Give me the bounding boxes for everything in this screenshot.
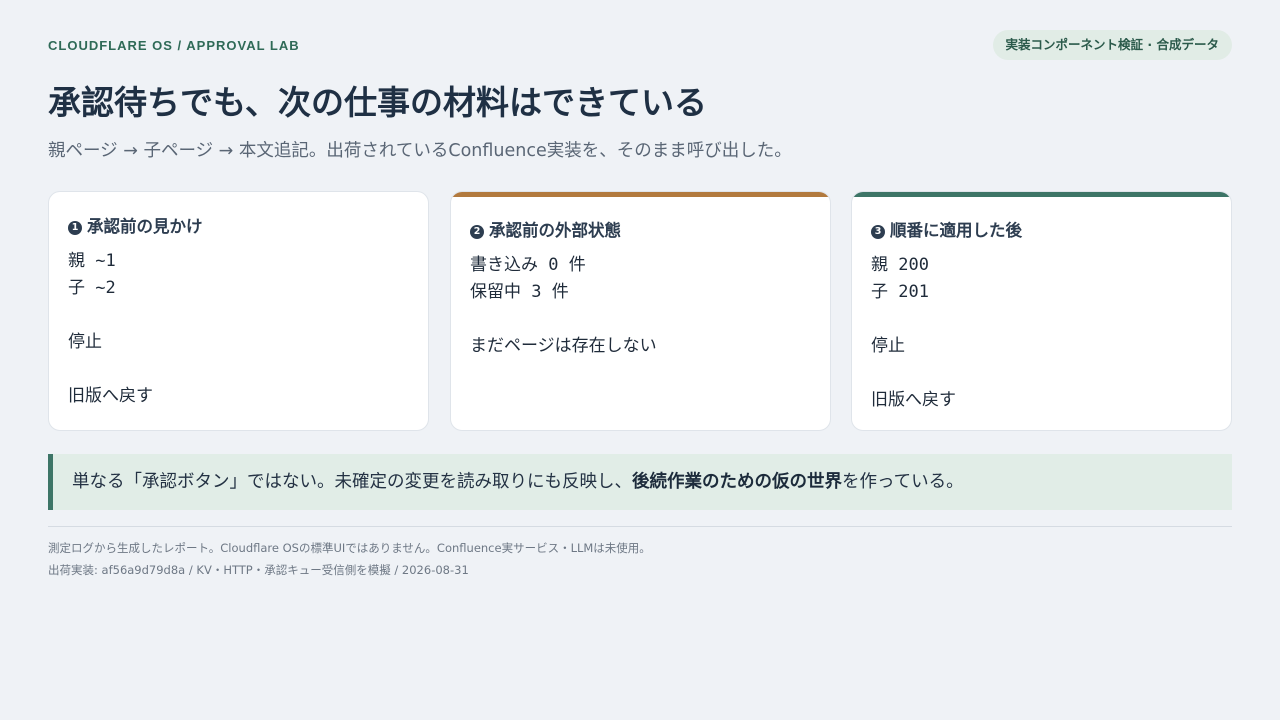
footer-build-info: 出荷実装: af56a9d79d8a / KV・HTTP・承認キュー受信側を模擬… — [48, 563, 469, 577]
card-accent-bar — [451, 192, 830, 197]
card-body: 親 ~1 子 ~2 停止 旧版へ戻す — [68, 248, 153, 410]
card-before-approval-appearance: 1 承認前の見かけ 親 ~1 子 ~2 停止 旧版へ戻す — [48, 191, 429, 431]
card-after-sequential-apply: 3 順番に適用した後 親 200 子 201 停止 旧版へ戻す — [851, 191, 1232, 431]
card-line: 停止 — [68, 332, 102, 352]
note-emphasis: 後続作業のための仮の世界 — [632, 472, 842, 492]
card-title: 2 承認前の外部状態 — [470, 217, 621, 241]
card-line-spacer — [871, 360, 956, 387]
card-line-spacer — [68, 356, 153, 383]
card-title: 1 承認前の見かけ — [68, 213, 203, 237]
card-body: 親 200 子 201 停止 旧版へ戻す — [871, 252, 956, 414]
step-number-icon: 3 — [871, 225, 885, 239]
card-line: まだページは存在しない — [470, 336, 657, 356]
report-page: CLOUDFLARE OS / APPROVAL LAB 実装コンポーネント検証… — [48, 28, 1232, 577]
card-line-spacer — [68, 302, 153, 329]
card-title-text: 承認前の外部状態 — [489, 221, 621, 240]
card-line: 子 201 — [871, 282, 929, 302]
card-line: 停止 — [871, 336, 905, 356]
card-line: 子 ~2 — [68, 278, 116, 298]
card-body: 書き込み 0 件 保留中 3 件 まだページは存在しない — [470, 252, 657, 360]
card-line: 親 200 — [871, 255, 929, 275]
card-line: 保留中 3 件 — [470, 282, 569, 302]
callout-note: 単なる「承認ボタン」ではない。未確定の変更を読み取りにも反映し、後続作業のための… — [48, 454, 1232, 510]
card-before-approval-external-state: 2 承認前の外部状態 書き込み 0 件 保留中 3 件 まだページは存在しない — [450, 191, 831, 431]
step-number-icon: 1 — [68, 221, 82, 235]
step-number-icon: 2 — [470, 225, 484, 239]
top-bar: CLOUDFLARE OS / APPROVAL LAB 実装コンポーネント検証… — [48, 28, 1232, 62]
state-cards: 1 承認前の見かけ 親 ~1 子 ~2 停止 旧版へ戻す 2 承認前の外部状態 書き… — [48, 191, 1232, 431]
card-title-text: 承認前の見かけ — [87, 217, 203, 236]
note-prefix: 単なる「承認ボタン」ではない。未確定の変更を読み取りにも反映し、 — [72, 472, 632, 492]
card-line-spacer — [871, 306, 956, 333]
eyebrow-label: CLOUDFLARE OS / APPROVAL LAB — [48, 38, 300, 53]
card-title-text: 順番に適用した後 — [890, 221, 1022, 240]
note-suffix: を作っている。 — [842, 472, 964, 492]
card-accent-bar — [852, 192, 1231, 197]
footer-disclaimer: 測定ログから生成したレポート。Cloudflare OSの標準UIではありません… — [48, 541, 651, 555]
card-line: 親 ~1 — [68, 251, 116, 271]
status-badge: 実装コンポーネント検証 · 合成データ — [992, 30, 1232, 60]
card-line: 旧版へ戻す — [68, 386, 153, 406]
card-title: 3 順番に適用した後 — [871, 217, 1022, 241]
card-line: 旧版へ戻す — [871, 390, 956, 410]
footer-divider — [48, 526, 1232, 527]
page-subtitle: 親ページ → 子ページ → 本文追記。出荷されているConfluence実装を、… — [48, 141, 792, 161]
card-line-spacer — [470, 306, 657, 333]
page-title: 承認待ちでも、次の仕事の材料はできている — [48, 83, 708, 122]
card-line: 書き込み 0 件 — [470, 255, 586, 275]
